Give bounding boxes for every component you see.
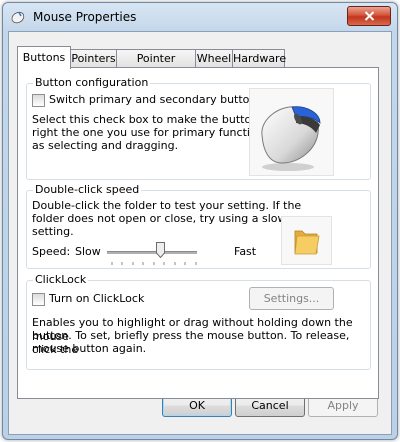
mouse-illustration [249, 88, 334, 176]
tab-pointers[interactable]: Pointers [70, 49, 117, 68]
clicklock-group: ClickLock Turn on ClickLock Settings... … [26, 273, 371, 370]
group-title: ClickLock [33, 273, 89, 286]
double-click-description-line: setting. [32, 225, 74, 238]
dialog-client-area: Buttons Pointers Pointer Options Wheel H… [8, 31, 392, 435]
slow-label: Slow [75, 245, 101, 258]
tab-panel-buttons: Button configuration Switch primary and … [17, 67, 379, 399]
button-configuration-group: Button configuration Switch primary and … [26, 76, 371, 180]
double-click-description-line: Double-click the folder to test your set… [32, 199, 302, 212]
apply-button-label: Apply [327, 399, 359, 412]
test-folder-area[interactable] [281, 216, 332, 265]
close-icon [364, 11, 374, 21]
tab-wheel[interactable]: Wheel [195, 49, 233, 68]
tab-buttons[interactable]: Buttons [17, 46, 71, 69]
clicklock-label[interactable]: Turn on ClickLock [49, 292, 144, 306]
mouse-properties-window: Mouse Properties Buttons Pointers Pointe… [2, 2, 398, 440]
title-bar[interactable]: Mouse Properties [3, 3, 397, 31]
fast-label: Fast [234, 245, 257, 258]
tab-label: Pointers [71, 52, 116, 65]
group-title: Button configuration [33, 76, 151, 89]
mouse-icon [11, 11, 25, 24]
double-click-speed-group: Double-click speed Double-click the fold… [26, 183, 371, 269]
speed-slider-track[interactable] [107, 251, 197, 255]
speed-label: Speed: [32, 245, 71, 258]
button-config-description-line: as selecting and dragging. [32, 139, 179, 152]
close-button[interactable] [347, 6, 391, 26]
group-title: Double-click speed [33, 183, 142, 196]
settings-button-label: Settings... [263, 292, 320, 305]
tab-label: Wheel [196, 52, 232, 65]
cancel-button-label: Cancel [251, 399, 289, 412]
speed-slider-ticks [111, 262, 197, 265]
window-title: Mouse Properties [33, 10, 137, 24]
tab-label: Buttons [22, 51, 66, 64]
switch-buttons-checkbox[interactable] [32, 94, 45, 107]
clicklock-description-line: mouse button again. [32, 342, 147, 355]
ok-button-label: OK [189, 399, 205, 412]
speed-slider-thumb[interactable] [156, 242, 165, 258]
tab-label: Hardware [233, 52, 287, 65]
tab-pointer-options[interactable]: Pointer Options [116, 49, 196, 83]
mouse-illustration-icon [261, 106, 321, 171]
double-click-description-line: folder does not open or close, try using… [32, 212, 298, 225]
clicklock-checkbox[interactable] [32, 293, 45, 306]
folder-icon[interactable] [282, 217, 331, 264]
switch-buttons-label[interactable]: Switch primary and secondary buttons [49, 93, 262, 107]
tab-hardware[interactable]: Hardware [232, 49, 287, 68]
clicklock-settings-button[interactable]: Settings... [249, 287, 334, 310]
